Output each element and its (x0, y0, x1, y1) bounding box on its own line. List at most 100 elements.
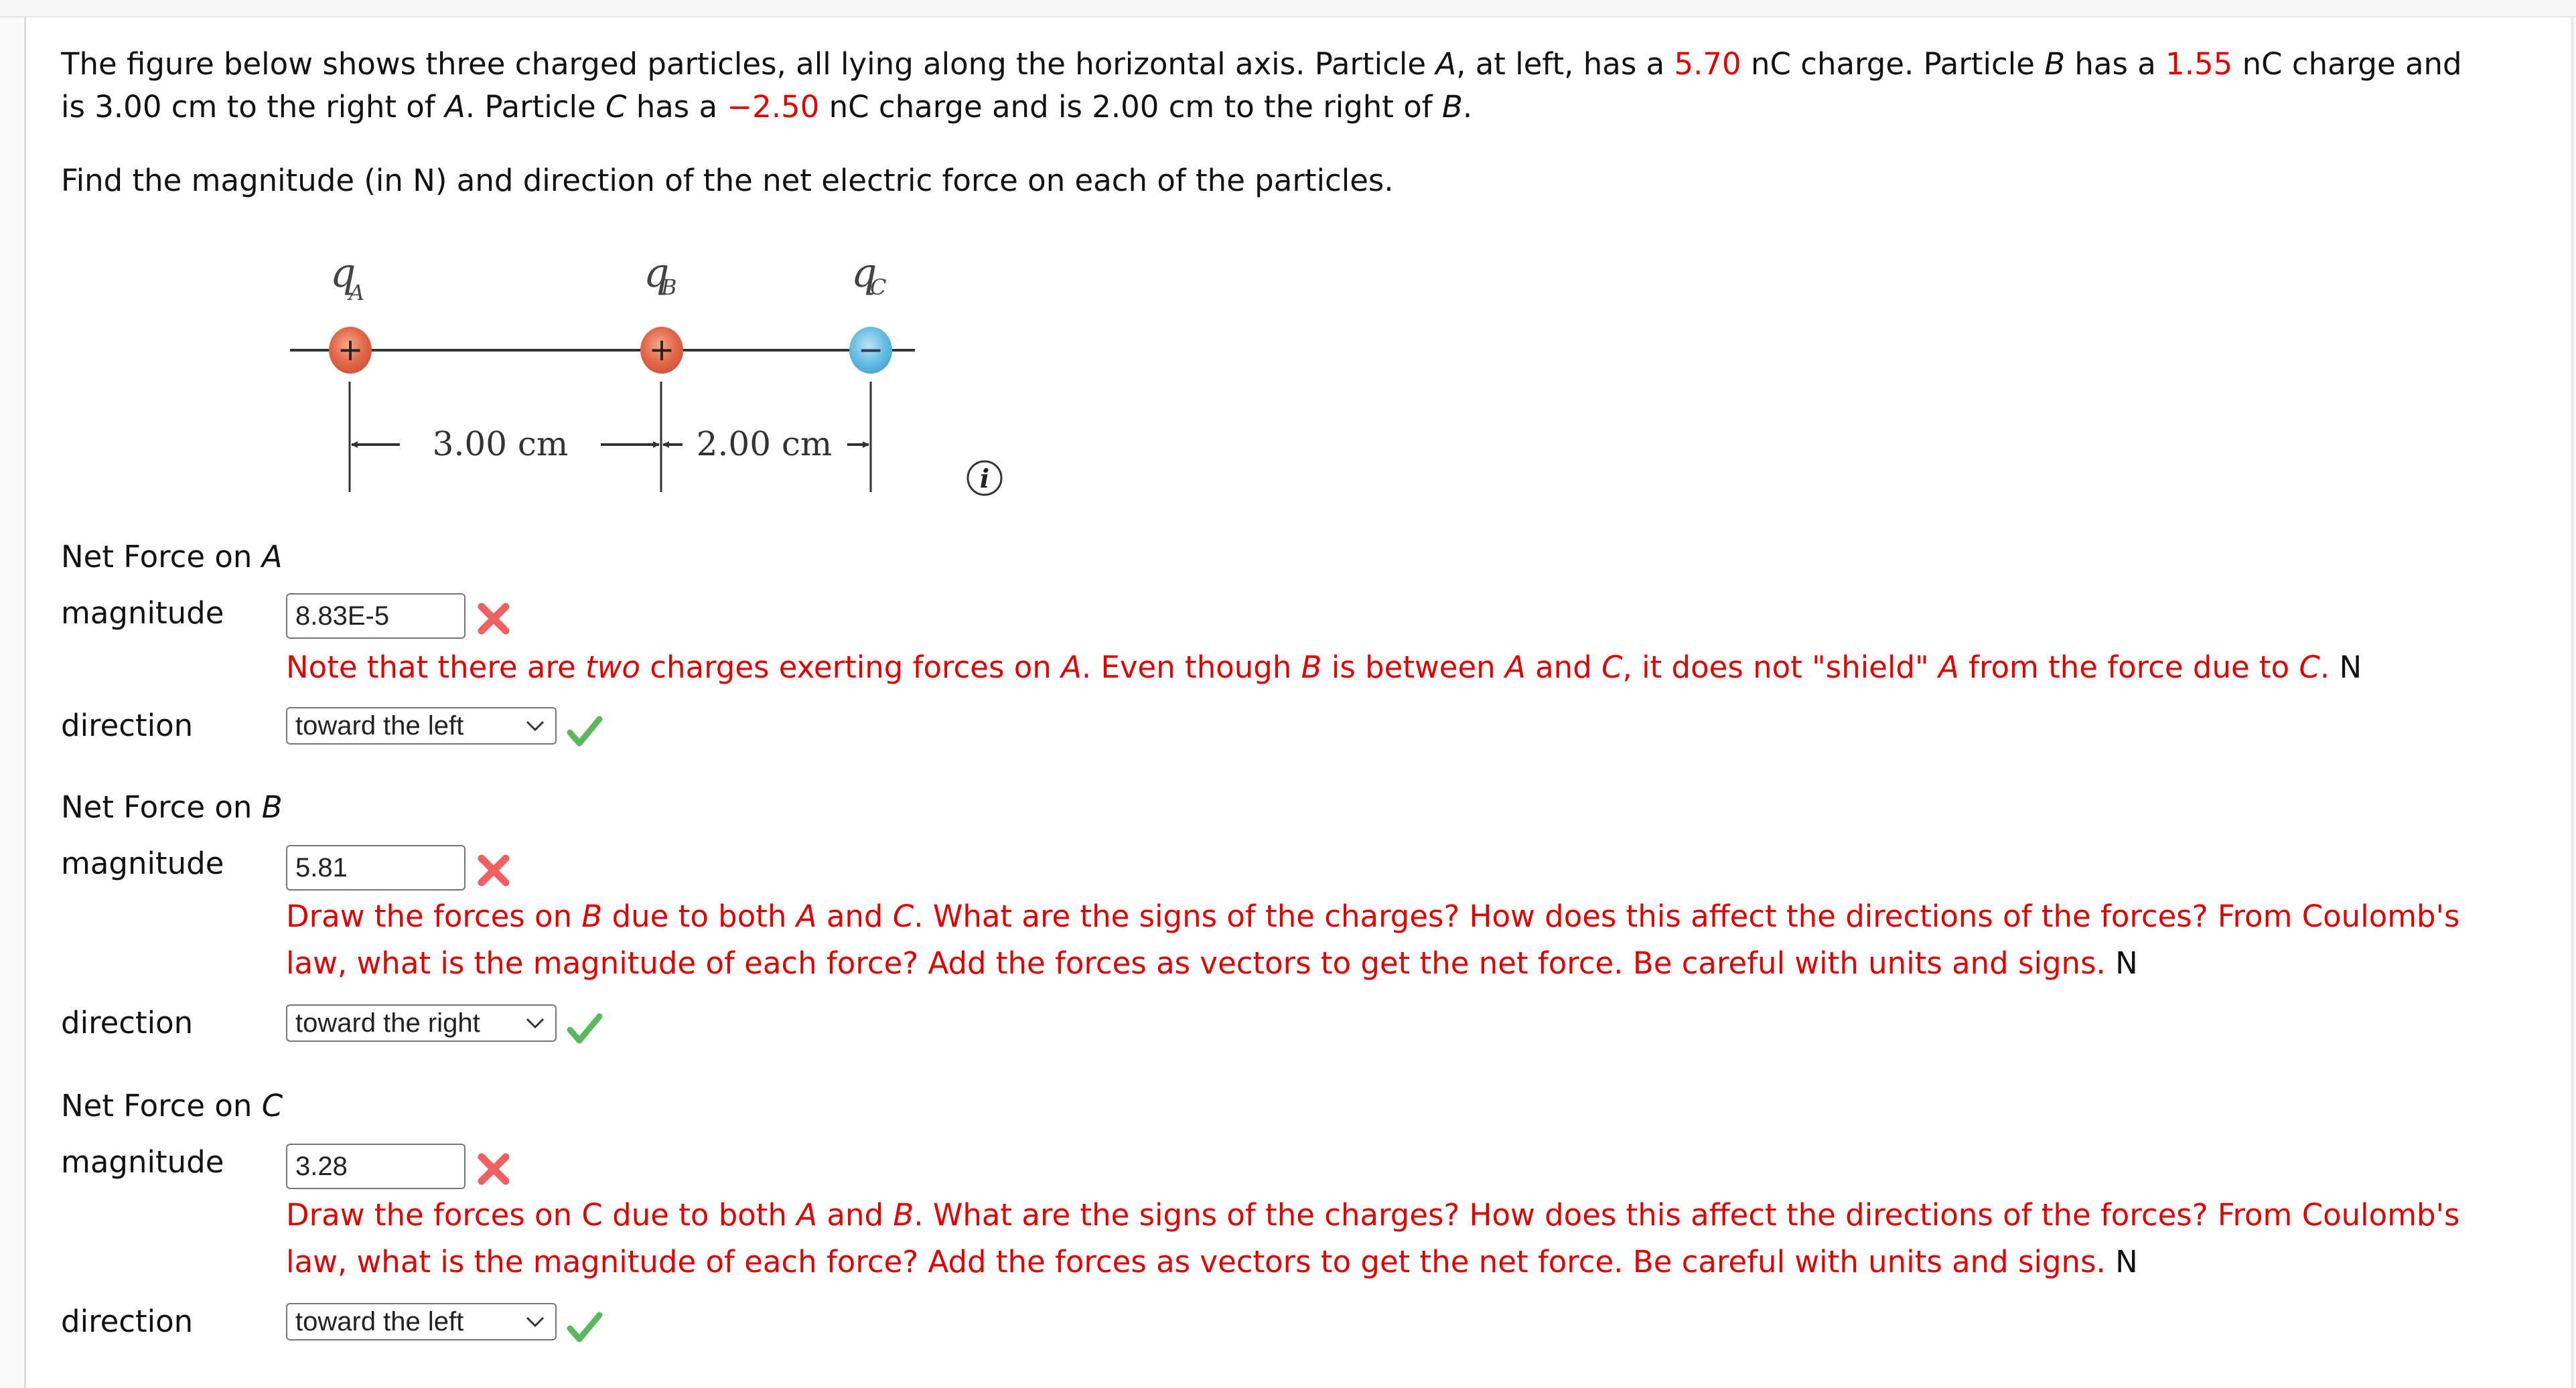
var-A: A (1435, 46, 1457, 82)
direction-select-A[interactable]: toward the left (286, 707, 557, 745)
text: Note that there are (286, 649, 585, 685)
label-qC-sub: C (870, 275, 886, 300)
text: The figure below shows three charged par… (61, 46, 1436, 82)
var: B (581, 899, 603, 934)
text: Draw the forces on (286, 899, 582, 934)
var: A (796, 899, 817, 934)
text: . (1462, 89, 1473, 125)
question-C-title: Net Force on C (61, 1086, 283, 1126)
text: and (1525, 649, 1602, 685)
var: C (2299, 649, 2320, 685)
instruction-text: Find the magnitude (in N) and direction … (61, 163, 1394, 198)
text: nC charge and (2232, 46, 2462, 82)
chevron-down-icon (526, 720, 545, 732)
problem-text-line-1: The figure below shows three charged par… (61, 43, 2553, 86)
text: due to both (602, 899, 796, 934)
charge-C-value: −2.50 (727, 89, 820, 125)
magnitude-input-B[interactable]: 5.81 (286, 845, 466, 891)
magnitude-label-A: magnitude (61, 595, 224, 631)
text: . What are the signs of the charges? How… (914, 1197, 2460, 1233)
x-mark-icon (478, 1153, 510, 1185)
selected-value: toward the right (295, 1008, 480, 1038)
selected-value: toward the left (295, 711, 464, 741)
text: Draw the forces on C due to both (286, 1197, 797, 1233)
var: A (796, 1197, 818, 1233)
var: C (892, 899, 914, 934)
text: law, what is the magnitude of each force… (286, 945, 2106, 981)
text: and (816, 899, 893, 934)
magnitude-input-C[interactable]: 3.28 (286, 1144, 466, 1189)
particle-A: + (329, 327, 372, 374)
text: and (817, 1197, 893, 1233)
var-B: B (1441, 89, 1463, 125)
unit-label: N (2115, 945, 2138, 981)
var: A (261, 539, 283, 574)
particle-A-sign: + (338, 331, 364, 368)
particle-B: + (640, 327, 683, 374)
x-mark-icon (478, 854, 510, 886)
var: A (1938, 649, 1959, 685)
direction-select-B[interactable]: toward the right (286, 1004, 557, 1042)
label-qB: q B (644, 250, 677, 300)
var: B (1301, 649, 1322, 685)
check-mark-icon (567, 1013, 603, 1044)
text: from the force due to (1958, 649, 2299, 685)
x-mark-icon (478, 603, 510, 635)
text: , at left, has a (1456, 46, 1674, 82)
charge-A-value: 5.70 (1674, 46, 1741, 82)
question-B-title: Net Force on B (61, 787, 283, 828)
magnitude-input-A[interactable]: 8.83E-5 (286, 593, 466, 639)
check-mark-icon (567, 1312, 603, 1342)
label-qB-sub: B (660, 275, 677, 300)
problem-text-line-2: is 3.00 cm to the right of A. Particle C… (61, 86, 2553, 129)
var-A: A (444, 89, 466, 125)
check-mark-icon (567, 716, 603, 747)
info-icon-glyph: i (980, 463, 989, 493)
question-A-title: Net Force on A (61, 537, 283, 577)
text: . (2319, 649, 2330, 685)
text: has a (2065, 46, 2166, 82)
text: Net Force on (61, 789, 262, 825)
direction-label-C: direction (61, 1304, 194, 1339)
feedback-A: Note that there are two charges exerting… (286, 644, 2536, 691)
chevron-down-icon (526, 1316, 545, 1328)
text: Net Force on (61, 539, 262, 574)
direction-label-B: direction (61, 1005, 194, 1040)
label-qC: q C (851, 250, 886, 300)
magnitude-label-B: magnitude (61, 846, 224, 881)
var-B: B (2044, 46, 2066, 82)
emphasis: two (585, 649, 640, 685)
var: C (1601, 649, 1623, 685)
text: Net Force on (61, 1088, 262, 1124)
text: . Even though (1081, 649, 1301, 685)
question-panel: The figure below shows three charged par… (24, 17, 2573, 1388)
var-C: C (605, 89, 627, 125)
charge-B-value: 1.55 (2165, 46, 2233, 82)
particle-C-sign: − (858, 331, 884, 368)
text: . What are the signs of the charges? How… (914, 899, 2460, 934)
direction-select-C[interactable]: toward the left (286, 1303, 557, 1340)
text: , it does not "shield" (1622, 649, 1939, 685)
feedback-C: Draw the forces on C due to both A and B… (286, 1192, 2536, 1286)
text: . Particle (465, 89, 605, 125)
direction-label-A: direction (61, 708, 194, 743)
feedback-B: Draw the forces on B due to both A and C… (286, 893, 2536, 987)
var: C (261, 1088, 283, 1124)
magnitude-label-C: magnitude (61, 1144, 224, 1180)
distance-BC-label: 2.00 cm (697, 425, 833, 463)
selected-value: toward the left (295, 1307, 464, 1336)
text: has a (626, 89, 727, 125)
text: is 3.00 cm to the right of (61, 89, 445, 125)
unit-label: N (2115, 1244, 2138, 1280)
text: nC charge and is 2.00 cm to the right of (819, 89, 1442, 125)
label-qA: q A (330, 250, 364, 305)
var: B (893, 1197, 914, 1233)
unit-label: N (2339, 649, 2362, 685)
info-icon[interactable]: i (967, 460, 1003, 496)
text: charges exerting forces on (640, 649, 1062, 685)
chevron-down-icon (526, 1018, 545, 1029)
var: A (1505, 649, 1526, 685)
label-qA-sub: A (347, 280, 364, 305)
top-bar (0, 0, 2576, 17)
particle-C: − (849, 327, 892, 374)
